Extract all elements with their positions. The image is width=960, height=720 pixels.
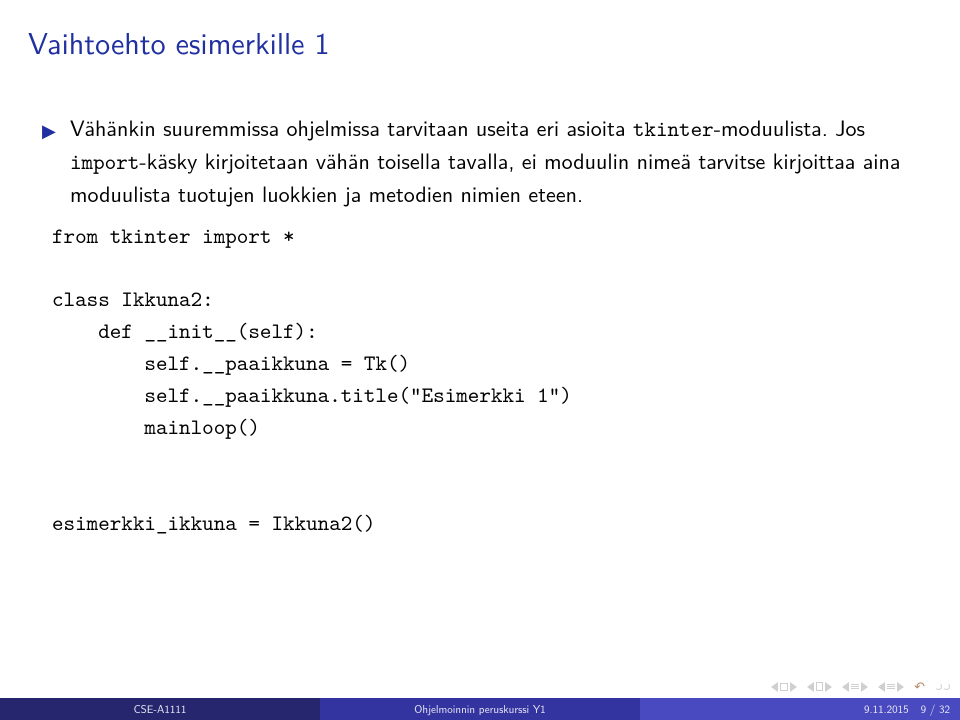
nav-frame-prev-next[interactable]: [771, 682, 797, 692]
bullet-marker-icon: ▶: [42, 117, 56, 143]
nav-next-sub-icon[interactable]: [861, 682, 868, 692]
nav-next-app-icon[interactable]: [897, 682, 904, 692]
footer-date: 9.11.2015: [864, 701, 909, 717]
nav-appendix-prev-next[interactable]: [878, 682, 904, 692]
nav-just2-icon[interactable]: [887, 684, 895, 689]
nav-subsection-prev-next[interactable]: [842, 682, 868, 692]
nav-prev-icon[interactable]: [771, 682, 778, 692]
footer-right: 9.11.2015 9 / 32: [640, 698, 960, 720]
nav-frame-icon[interactable]: [780, 683, 788, 691]
bullet-mono-1: tkinter: [633, 114, 714, 143]
footer-left: CSE-A1111: [0, 698, 320, 720]
bullet-item: ▶ Vähänkin suuremmissa ohjelmissa tarvit…: [70, 112, 912, 210]
bullet-text-pre: Vähänkin suuremmissa ohjelmissa tarvitaa…: [70, 111, 633, 143]
nav-doc-icon[interactable]: [816, 682, 823, 691]
nav-prev-app-icon[interactable]: [878, 682, 885, 692]
nav-prev-sub-icon[interactable]: [842, 682, 849, 692]
nav-just-icon[interactable]: [851, 684, 859, 689]
code-block: from tkinter import * class Ikkuna2: def…: [52, 220, 912, 539]
nav-next-icon[interactable]: [790, 682, 797, 692]
nav-next-section-icon[interactable]: [825, 682, 832, 692]
page-title: Vaihtoehto esimerkille 1: [28, 20, 932, 64]
bullet-text-post: -käsky kirjoitetaan vähän toisella taval…: [70, 144, 901, 209]
footer-center: Ohjelmoinnin peruskurssi Y1: [320, 698, 640, 720]
content-area: ▶ Vähänkin suuremmissa ohjelmissa tarvit…: [28, 112, 932, 539]
footer-page: 9 / 32: [921, 701, 950, 717]
nav-search-icon[interactable]: [935, 683, 950, 690]
beamer-nav-bar: ↶: [771, 677, 950, 696]
nav-back-icon[interactable]: ↶: [914, 677, 925, 696]
nav-prev-section-icon[interactable]: [807, 682, 814, 692]
footer: CSE-A1111 Ohjelmoinnin peruskurssi Y1 9.…: [0, 698, 960, 720]
bullet-text-mid: -moduulista. Jos: [714, 111, 865, 143]
nav-section-prev-next[interactable]: [807, 682, 832, 692]
slide: Vaihtoehto esimerkille 1 ▶ Vähänkin suur…: [0, 0, 960, 720]
bullet-mono-2: import: [70, 147, 139, 176]
